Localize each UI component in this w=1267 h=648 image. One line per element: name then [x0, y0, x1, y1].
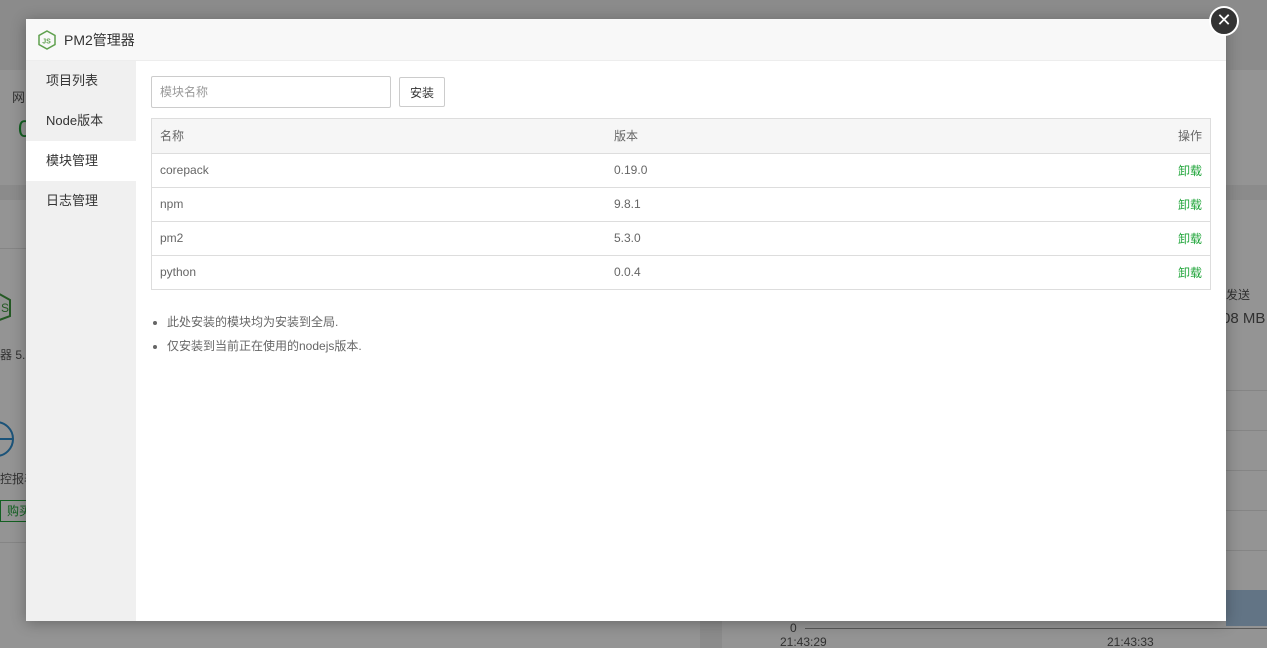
side-menu: 项目列表 Node版本 模块管理 日志管理 — [26, 61, 136, 621]
table-row: npm 9.8.1 卸载 — [152, 187, 1210, 222]
notes-list: 此处安装的模块均为安装到全局. 仅安装到当前正在使用的nodejs版本. — [151, 310, 1211, 358]
column-header-version: 版本 — [606, 119, 940, 154]
module-name-input[interactable] — [151, 76, 391, 108]
nodejs-logo-icon: JS — [38, 29, 56, 50]
module-version: 5.3.0 — [606, 221, 940, 256]
table-row: python 0.0.4 卸载 — [152, 255, 1210, 289]
dialog-body: 项目列表 Node版本 模块管理 日志管理 安装 名称 版本 操作 — [26, 61, 1226, 621]
module-content: 安装 名称 版本 操作 corepack 0.19.0 — [151, 76, 1211, 358]
module-version: 0.19.0 — [606, 153, 940, 188]
note-item: 仅安装到当前正在使用的nodejs版本. — [167, 334, 1211, 358]
column-header-action: 操作 — [939, 119, 1210, 154]
side-menu-log-management[interactable]: 日志管理 — [26, 181, 136, 221]
uninstall-link[interactable]: 卸载 — [1178, 164, 1202, 178]
dialog-header: JS PM2管理器 — [26, 19, 1226, 61]
note-item: 此处安装的模块均为安装到全局. — [167, 310, 1211, 334]
table-row: pm2 5.3.0 卸载 — [152, 221, 1210, 256]
module-name: pm2 — [152, 221, 606, 256]
module-toolbar: 安装 — [151, 76, 1211, 108]
close-dialog-button[interactable]: ✕ — [1209, 6, 1239, 36]
module-name: npm — [152, 187, 606, 222]
uninstall-link[interactable]: 卸载 — [1178, 198, 1202, 212]
side-menu-node-version[interactable]: Node版本 — [26, 101, 136, 141]
install-button[interactable]: 安装 — [399, 77, 446, 107]
module-version: 9.8.1 — [606, 187, 940, 222]
side-menu-module-management[interactable]: 模块管理 — [26, 141, 136, 181]
svg-text:JS: JS — [42, 38, 51, 45]
table-row: corepack 0.19.0 卸载 — [152, 153, 1210, 188]
close-icon: ✕ — [1216, 10, 1232, 30]
pm2-manager-dialog: JS PM2管理器 项目列表 Node版本 模块管理 日志管理 安装 名称 版本 — [26, 19, 1226, 621]
module-name: corepack — [152, 153, 606, 188]
uninstall-link[interactable]: 卸载 — [1178, 266, 1202, 280]
column-header-name: 名称 — [152, 119, 606, 154]
table-header-row: 名称 版本 操作 — [152, 119, 1210, 154]
module-name: python — [160, 265, 197, 280]
module-version: 0.0.4 — [614, 265, 641, 280]
dialog-title: PM2管理器 — [64, 31, 135, 48]
uninstall-link[interactable]: 卸载 — [1178, 232, 1202, 246]
module-table: 名称 版本 操作 corepack 0.19.0 卸载 npm 9.8.1 卸载… — [151, 118, 1211, 290]
side-menu-project-list[interactable]: 项目列表 — [26, 61, 136, 101]
